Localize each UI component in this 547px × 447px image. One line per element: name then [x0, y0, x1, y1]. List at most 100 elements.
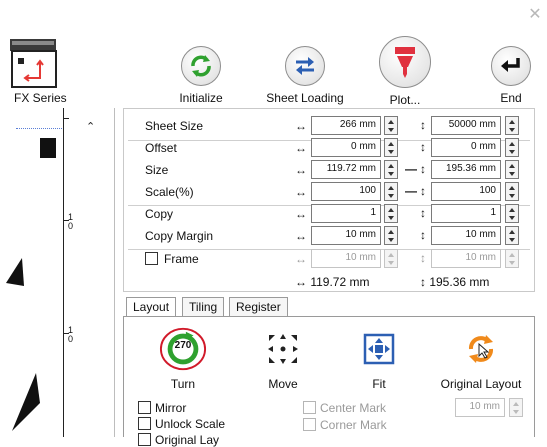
- offset-x-spinner[interactable]: [384, 138, 398, 157]
- end-label: End: [500, 91, 522, 105]
- sheet-height-field[interactable]: 50000 mm: [431, 116, 501, 135]
- plot-preview[interactable]: 10 10 ⌃: [0, 108, 115, 437]
- center-mark-checkbox[interactable]: [303, 401, 316, 414]
- sheet-width-spinner[interactable]: [384, 116, 398, 135]
- tab-tiling[interactable]: Tiling: [182, 297, 225, 317]
- original-layout-label: Original Layout: [440, 377, 522, 391]
- frame-checkbox[interactable]: [145, 252, 158, 268]
- copy-margin-y-spinner[interactable]: [505, 226, 519, 245]
- original-layout-button[interactable]: Original Layout: [436, 325, 526, 391]
- vertical-arrow-icon: ↕: [420, 184, 426, 198]
- offset-y-spinner[interactable]: [505, 138, 519, 157]
- horizontal-arrow-icon: ↔: [295, 207, 307, 221]
- vertical-arrow-icon: ↕: [420, 118, 426, 132]
- original-layout-option[interactable]: Original Lay: [138, 433, 219, 447]
- layout-tab-panel: 270 Turn Move Fit Original Layout Mirror…: [123, 316, 535, 447]
- sheet-size-label: Sheet Size: [145, 119, 204, 133]
- horizontal-arrow-icon: ↔: [295, 141, 307, 155]
- turn-angle: 270: [174, 340, 192, 351]
- move-arrows-icon: [259, 325, 307, 373]
- end-button[interactable]: End: [466, 46, 547, 105]
- scale-y-spinner[interactable]: [505, 182, 519, 201]
- vertical-arrow-icon: ↕: [420, 251, 426, 265]
- sheet-width-field[interactable]: 266 mm: [311, 116, 381, 135]
- frame-y-spinner[interactable]: [505, 249, 519, 268]
- corner-mark-label: Corner Mark: [320, 418, 387, 432]
- plot-shape: [40, 138, 56, 158]
- mirror-option[interactable]: Mirror: [138, 401, 186, 415]
- horizontal-arrow-icon: ↔: [295, 163, 307, 177]
- tab-register-mark[interactable]: Register Mark: [229, 297, 288, 328]
- copy-label: Copy: [145, 207, 174, 221]
- plot-shape: [12, 373, 40, 431]
- offset-row: Offset ↔ 0 mm ↕ 0 mm: [124, 138, 534, 159]
- refresh-icon: [181, 46, 221, 86]
- scroll-up-icon[interactable]: ⌃: [86, 120, 95, 133]
- mark-margin-field[interactable]: 10 mm: [455, 398, 505, 417]
- turn-label: Turn: [170, 377, 196, 391]
- copy-y-field[interactable]: 1: [431, 204, 501, 223]
- mark-margin-spinner[interactable]: [509, 398, 523, 417]
- horizontal-arrow-icon: ↔: [295, 185, 307, 199]
- size-row: Size ↔ 119.72 mm — ↕ 195.36 mm: [124, 160, 534, 181]
- turn-button[interactable]: 270 Turn: [138, 325, 228, 391]
- sheet-size-row: Sheet Size ↔ 266 mm ↕ 50000 mm: [124, 116, 534, 137]
- center-mark-label: Center Mark: [320, 401, 387, 415]
- copy-margin-y-field[interactable]: 10 mm: [431, 226, 501, 245]
- initialize-label: Initialize: [179, 91, 223, 105]
- unlock-scale-option[interactable]: Unlock Scale: [138, 417, 225, 431]
- reset-layout-icon: [457, 325, 505, 373]
- mirror-checkbox[interactable]: [138, 401, 151, 414]
- horizontal-arrow-icon: ↔: [295, 252, 307, 266]
- move-button[interactable]: Move: [238, 325, 328, 391]
- plot-shape: [6, 258, 24, 286]
- frame-x-spinner[interactable]: [384, 249, 398, 268]
- corner-mark-checkbox[interactable]: [303, 418, 316, 431]
- corner-mark-option[interactable]: Corner Mark: [303, 418, 387, 432]
- fit-frame-icon: [355, 325, 403, 373]
- size-width-field[interactable]: 119.72 mm: [311, 160, 381, 179]
- vertical-arrow-icon: ↕: [420, 228, 426, 242]
- total-height: ↕ 195.36 mm: [420, 275, 490, 289]
- size-height-field[interactable]: 195.36 mm: [431, 160, 501, 179]
- scale-row: Scale(%) ↔ 100 — ↕ 100: [124, 182, 534, 203]
- aspect-link-icon[interactable]: —: [405, 184, 417, 198]
- original-layout-checkbox[interactable]: [138, 433, 151, 446]
- plot-button[interactable]: Plot...: [360, 36, 450, 107]
- size-height-spinner[interactable]: [505, 160, 519, 179]
- fit-button[interactable]: Fit: [334, 325, 424, 391]
- close-icon[interactable]: ✕: [528, 7, 542, 23]
- device-label: FX Series: [14, 91, 67, 105]
- copy-x-spinner[interactable]: [384, 204, 398, 223]
- offset-x-field[interactable]: 0 mm: [311, 138, 381, 157]
- copy-x-field[interactable]: 1: [311, 204, 381, 223]
- tab-layout[interactable]: Layout: [126, 297, 177, 318]
- center-mark-option[interactable]: Center Mark: [303, 401, 386, 415]
- scale-x-field[interactable]: 100: [311, 182, 381, 201]
- vertical-arrow-icon: ↕: [420, 206, 426, 220]
- offset-y-field[interactable]: 0 mm: [431, 138, 501, 157]
- sheet-height-spinner[interactable]: [505, 116, 519, 135]
- scale-y-field[interactable]: 100: [431, 182, 501, 201]
- frame-label: Frame: [164, 252, 199, 266]
- size-width-spinner[interactable]: [384, 160, 398, 179]
- copy-margin-x-field[interactable]: 10 mm: [311, 226, 381, 245]
- copy-margin-x-spinner[interactable]: [384, 226, 398, 245]
- frame-x-field[interactable]: 10 mm: [311, 249, 381, 268]
- copy-row: Copy ↔ 1 ↕ 1: [124, 204, 534, 225]
- scale-x-spinner[interactable]: [384, 182, 398, 201]
- frame-y-field[interactable]: 10 mm: [431, 249, 501, 268]
- sheet-edge-line: [16, 128, 64, 129]
- scale-label: Scale(%): [145, 185, 194, 199]
- sheet-loading-button[interactable]: Sheet Loading: [260, 46, 350, 105]
- original-layout-cb-label: Original Lay: [155, 433, 220, 447]
- sheet-loading-label: Sheet Loading: [266, 91, 344, 105]
- fit-label: Fit: [372, 377, 386, 391]
- aspect-link-icon[interactable]: —: [405, 162, 417, 176]
- unlock-scale-checkbox[interactable]: [138, 417, 151, 430]
- mirror-label: Mirror: [155, 401, 187, 415]
- frame-row: Frame ↔ 10 mm ↕ 10 mm: [124, 249, 534, 270]
- copy-y-spinner[interactable]: [505, 204, 519, 223]
- initialize-button[interactable]: Initialize: [156, 46, 246, 105]
- vertical-arrow-icon: ↕: [420, 162, 426, 176]
